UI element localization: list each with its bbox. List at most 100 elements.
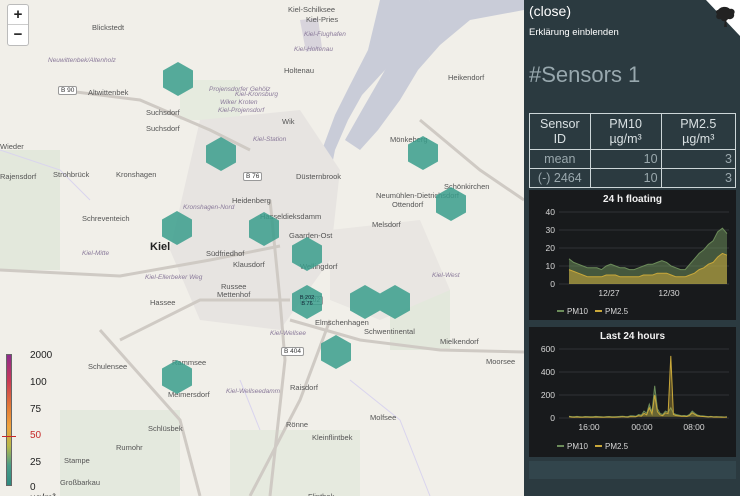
place-label: Kiel-Mitte	[82, 250, 110, 257]
legend-label[interactable]: PM10	[567, 307, 588, 316]
hex-gaarden[interactable]	[292, 237, 322, 271]
x-tick-label: 08:00	[683, 422, 705, 432]
chart-24h-floating: 0 10 20 30 40 12/27 12/30 PM10 PM2.5 24 h floati…	[529, 190, 736, 320]
y-tick-label: 30	[546, 225, 556, 235]
place-label: Suchsdorf	[146, 124, 180, 133]
place-label: Heikendorf	[448, 73, 485, 82]
place-label: Stampe	[64, 456, 90, 465]
place-label: Elmschenhagen	[315, 318, 369, 327]
hex-elmschenhagen[interactable]	[321, 335, 351, 369]
place-label: Melsdorf	[372, 220, 401, 229]
sensor-id-cell: mean	[529, 149, 591, 169]
hex-hassee[interactable]: B 202 B 76	[292, 285, 322, 319]
chart-svg: 0 200 400 600 16:00 00:00 08:00 PM10 PM2.5	[541, 344, 729, 451]
place-label: Heidenberg	[232, 196, 271, 205]
place-label: Hassee	[150, 298, 176, 307]
place-label: Suchsdorf	[146, 108, 180, 117]
place-label: Kiel-West	[432, 272, 460, 279]
place-label: Rumohr	[116, 443, 143, 452]
place-label: Schulensee	[88, 362, 128, 371]
y-tick-label: 200	[541, 390, 555, 400]
column-header: PM10 µg/m³	[589, 113, 662, 150]
column-header: Sensor ID	[529, 113, 591, 150]
chart-title: 24 h floating	[603, 194, 662, 205]
place-label: Mettenhof	[217, 290, 251, 299]
close-link[interactable]: (close)	[529, 3, 571, 19]
hex-wik[interactable]	[206, 137, 236, 171]
road-shield: B 404	[281, 347, 304, 356]
place-label: Raisdorf	[290, 383, 318, 392]
place-label: Holtenau	[284, 66, 315, 75]
map[interactable]: Blickstedt Neuwittenbek/Altenholz Altwitte…	[0, 0, 524, 496]
legend-tick: 100	[30, 377, 47, 388]
place-label: Kiel-Ellerbeker Weg	[145, 274, 203, 281]
hex-suchsdorf[interactable]	[163, 62, 193, 96]
legend-label[interactable]: PM2.5	[605, 442, 629, 451]
place-label: Molfsee	[370, 413, 397, 422]
legend-label[interactable]: PM10	[567, 442, 588, 451]
y-tick-label: 600	[541, 344, 555, 354]
place-label: Kleinflintbek	[312, 433, 353, 442]
chart-title: Last 24 hours	[599, 331, 666, 342]
place-label: Südfriedhof	[206, 249, 245, 258]
place-label: Wieder	[0, 142, 24, 151]
place-label: Kiel-Kronsburg	[235, 91, 278, 98]
place-label: Rajensdorf	[0, 172, 37, 181]
sensor-id-cell[interactable]: (-) 2464	[529, 168, 591, 188]
place-label: Schreventeich	[82, 214, 130, 223]
zoom-in-button[interactable]: +	[8, 5, 28, 25]
zoom-control: + −	[7, 4, 29, 46]
explain-toggle-link[interactable]: Erklärung einblenden	[529, 27, 619, 38]
logo-icon[interactable]	[706, 0, 740, 36]
table-row-mean: mean 10 3	[529, 149, 737, 169]
place-label: Rönne	[286, 420, 309, 429]
y-tick-label: 0	[550, 413, 555, 423]
sidebar-title: #Sensors 1	[529, 62, 641, 87]
place-label: Kiel-Projensdorf	[218, 107, 265, 114]
place-label: Kronshagen-Nord	[183, 204, 235, 211]
x-tick-label: 00:00	[631, 422, 653, 432]
y-tick-label: 20	[546, 243, 556, 253]
place-label: Strohbrück	[53, 170, 90, 179]
pm10-cell: 10	[589, 149, 662, 169]
legend-tick: 2000	[30, 350, 53, 361]
place-label: Kiel-Wellsee	[270, 330, 307, 337]
pm25-cell: 3	[660, 168, 737, 188]
place-label: Kiel-Schilksee	[288, 5, 336, 14]
legend-label[interactable]: PM2.5	[605, 307, 629, 316]
y-tick-label: 0	[550, 279, 555, 289]
table-row-sensor[interactable]: (-) 2464 10 3	[529, 168, 737, 188]
place-label: Flintbek	[308, 492, 334, 496]
place-label: Düsternbrook	[296, 172, 342, 181]
sensor-table: Sensor ID PM10 µg/m³ PM2.5 µg/m³ mean 10…	[529, 113, 737, 188]
x-tick-label: 12/27	[598, 288, 620, 298]
place-label: Schlüsbek	[148, 424, 183, 433]
legend-color-bar	[6, 354, 12, 486]
place-label: Neuwittenbek/Altenholz	[48, 57, 116, 64]
zoom-out-button[interactable]: −	[8, 25, 28, 45]
place-label: Kiel-Holtenau	[294, 46, 334, 53]
place-label: Kiel-Pries	[306, 15, 339, 24]
hex-schoenkirchen[interactable]	[436, 187, 466, 221]
place-label: Wik	[282, 117, 295, 126]
y-tick-label: 400	[541, 367, 555, 377]
legend-tick: 50	[30, 430, 42, 441]
table-header-row: Sensor ID PM10 µg/m³ PM2.5 µg/m³	[529, 113, 737, 150]
hex-ellerbek-2[interactable]	[380, 285, 410, 319]
hex-schreventeich[interactable]	[249, 212, 279, 246]
place-label: Wiker Kroten	[220, 99, 258, 106]
place-label: Schwentinental	[364, 327, 415, 336]
hex-rammsee[interactable]	[162, 360, 192, 394]
sidebar-footer	[529, 461, 736, 479]
place-label: Blickstedt	[92, 23, 125, 32]
place-label: Kiel-Wellseedamm	[226, 388, 281, 395]
legend-tick: 25	[30, 457, 42, 468]
hex-label: B 202 B 76	[299, 295, 315, 307]
y-tick-label: 40	[546, 207, 556, 217]
hex-hasseldieksdamm[interactable]	[162, 211, 192, 245]
x-tick-label: 16:00	[578, 422, 600, 432]
hex-monkeberg[interactable]	[408, 136, 438, 170]
y-tick-label: 10	[546, 261, 556, 271]
hex-ellerbek-1[interactable]	[350, 285, 380, 319]
legend-tick: 0 µg/m³	[30, 482, 56, 496]
